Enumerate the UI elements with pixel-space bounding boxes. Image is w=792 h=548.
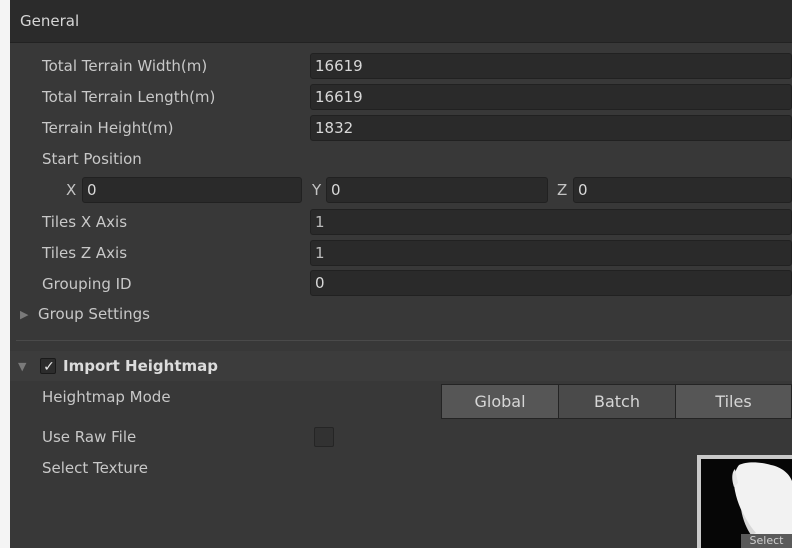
- start-position-y-field[interactable]: 0: [326, 177, 548, 203]
- tiles-x-axis-field[interactable]: 1: [310, 209, 792, 235]
- tiles-z-axis-field[interactable]: 1: [310, 240, 792, 266]
- tiles-x-axis-label: Tiles X Axis: [42, 213, 128, 231]
- heightmap-mode-global-button[interactable]: Global: [441, 384, 559, 419]
- terrain-height-field[interactable]: 1832: [310, 115, 792, 141]
- start-position-label: Start Position: [42, 150, 142, 168]
- heightmap-mode-tiles-button[interactable]: Tiles: [675, 384, 792, 419]
- select-texture-button[interactable]: Select: [741, 534, 792, 548]
- heightmap-mode-label: Heightmap Mode: [42, 388, 171, 406]
- total-terrain-width-field[interactable]: 16619: [310, 53, 792, 79]
- window-edge: [0, 0, 10, 548]
- group-settings-label: Group Settings: [38, 305, 150, 323]
- grouping-id-label: Grouping ID: [42, 275, 132, 293]
- grouping-id-field[interactable]: 0: [310, 270, 792, 296]
- tiles-z-axis-label: Tiles Z Axis: [42, 244, 128, 262]
- import-heightmap-title: Import Heightmap: [63, 357, 218, 375]
- total-terrain-length-field[interactable]: 16619: [310, 84, 792, 110]
- start-position-z-field[interactable]: 0: [573, 177, 792, 203]
- total-terrain-width-label: Total Terrain Width(m): [42, 57, 208, 75]
- heightmap-mode-batch-button[interactable]: Batch: [558, 384, 676, 419]
- terrain-height-label: Terrain Height(m): [42, 119, 174, 137]
- use-raw-file-label: Use Raw File: [42, 428, 137, 446]
- general-section-header[interactable]: General: [10, 0, 792, 43]
- start-position-y-label[interactable]: Y: [312, 181, 321, 199]
- use-raw-file-checkbox[interactable]: [314, 427, 334, 447]
- group-settings-foldout[interactable]: ▶ Group Settings: [20, 305, 320, 327]
- total-terrain-length-label: Total Terrain Length(m): [42, 88, 216, 106]
- section-divider: [16, 340, 792, 341]
- select-texture-label: Select Texture: [42, 459, 148, 477]
- start-position-z-label[interactable]: Z: [557, 181, 567, 199]
- triangle-right-icon: ▶: [20, 308, 29, 321]
- general-section-title: General: [20, 12, 80, 30]
- triangle-down-icon[interactable]: ▼: [18, 360, 26, 373]
- check-icon: ✓: [43, 359, 55, 375]
- start-position-x-label[interactable]: X: [66, 181, 76, 199]
- import-heightmap-checkbox[interactable]: ✓: [40, 358, 56, 375]
- start-position-x-field[interactable]: 0: [82, 177, 302, 203]
